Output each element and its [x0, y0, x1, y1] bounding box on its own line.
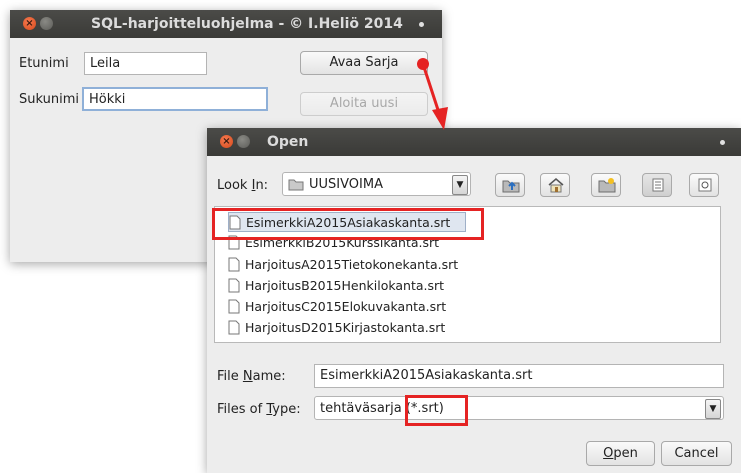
highlight-box-file-type	[405, 395, 468, 426]
files-of-type-combo[interactable]: tehtäväsarja (*.srt) ▼	[314, 396, 724, 420]
window-menu-icon[interactable]	[720, 140, 725, 145]
minimize-icon[interactable]	[237, 135, 250, 148]
firstname-field[interactable]: Leila	[84, 52, 207, 75]
file-name-field[interactable]: EsimerkkiA2015Asiakaskanta.srt	[314, 364, 724, 388]
close-icon[interactable]: ×	[23, 17, 36, 30]
dialog-titlebar: × Open	[207, 128, 741, 156]
home-button[interactable]	[540, 173, 570, 197]
list-view-button[interactable]	[642, 173, 672, 197]
minimize-icon[interactable]	[40, 17, 53, 30]
main-titlebar: × SQL-harjoitteluohjelma - © I.Heliö 201…	[10, 10, 442, 38]
details-view-button[interactable]	[689, 173, 719, 197]
lastname-field[interactable]: Hökki	[82, 87, 268, 111]
file-icon	[228, 320, 240, 335]
up-folder-button[interactable]	[495, 173, 525, 197]
file-name: HarjoitusC2015Elokuvakanta.srt	[245, 299, 447, 314]
window-menu-icon[interactable]	[419, 22, 424, 27]
file-icon	[228, 278, 240, 293]
look-in-combo[interactable]: UUSIVOIMA ▼	[282, 172, 471, 196]
close-icon[interactable]: ×	[220, 135, 233, 148]
highlight-box-selected-file	[212, 208, 484, 240]
file-name: HarjoitusD2015Kirjastokanta.srt	[245, 320, 446, 335]
list-view-icon	[652, 178, 664, 192]
file-name-label: File Name:	[217, 369, 286, 384]
new-folder-button[interactable]	[591, 173, 621, 197]
folder-icon	[288, 179, 304, 191]
open-series-button[interactable]: Avaa Sarja	[300, 51, 428, 75]
details-view-icon	[698, 178, 712, 192]
file-name: HarjoitusB2015Henkilokanta.srt	[245, 278, 445, 293]
window-title: SQL-harjoitteluohjelma - © I.Heliö 2014	[91, 16, 403, 32]
new-folder-icon	[598, 178, 616, 193]
file-icon	[228, 299, 240, 314]
cancel-button[interactable]: Cancel	[661, 441, 732, 466]
file-name: HarjoitusA2015Tietokonekanta.srt	[245, 257, 459, 272]
lastname-label: Sukunimi	[19, 92, 79, 107]
home-icon	[548, 178, 564, 193]
files-of-type-label: Files of Type:	[217, 402, 301, 417]
up-folder-icon	[502, 180, 520, 193]
file-icon	[228, 257, 240, 272]
dialog-title: Open	[267, 134, 309, 150]
look-in-value: UUSIVOIMA	[309, 177, 383, 192]
restart-button: Aloita uusi	[300, 92, 428, 116]
look-in-label: Look In:	[217, 178, 269, 193]
dropdown-arrow-icon[interactable]: ▼	[705, 399, 721, 419]
firstname-label: Etunimi	[19, 56, 69, 71]
open-button[interactable]: Open	[586, 441, 655, 466]
dropdown-arrow-icon[interactable]: ▼	[452, 175, 468, 195]
